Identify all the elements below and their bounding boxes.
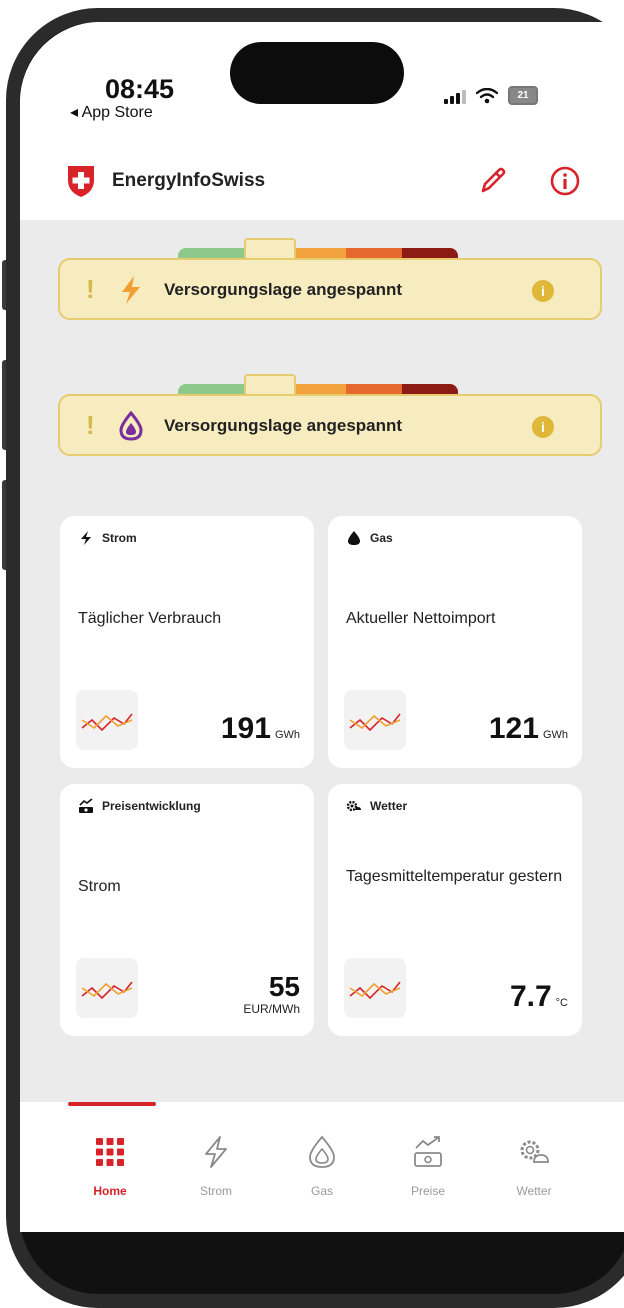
card-category: Strom [78,530,137,546]
home-grid-icon [96,1138,124,1166]
alert-gas-supply[interactable]: ! Versorgungslage angespannt i [58,394,602,456]
card-strom[interactable]: Strom Täglicher Verbrauch 191 GWh [60,516,314,768]
status-bar: 08:45 ◂ App Store 21 [20,22,624,132]
info-dot-icon[interactable]: i [532,280,554,302]
battery-icon: 21 [508,86,538,105]
lightning-bolt-icon [81,531,91,545]
tab-label: Gas [310,1184,333,1198]
tab-gas[interactable]: Gas [272,1102,372,1232]
value-number: 55 [268,971,300,1002]
card-category-label: Gas [370,531,393,545]
card-value: 191 GWh [221,712,300,746]
trend-chart-icon [344,958,406,1018]
lightning-bolt-icon [205,1136,227,1168]
card-value: 55 EUR/MWh [243,971,300,1017]
weather-gear-icon [520,1140,549,1163]
card-category-label: Strom [102,531,137,545]
tab-label: Wetter [516,1184,552,1198]
supply-gauge-gas [178,374,458,396]
warning-exclamation-icon: ! [86,410,95,440]
card-category: Gas [346,530,393,546]
app-header: EnergyInfoSwiss [20,132,624,220]
price-chart-icon [79,798,93,813]
warning-exclamation-icon: ! [86,274,95,304]
pencil-icon[interactable] [476,164,510,198]
alert-text: Versorgungslage angespannt [164,280,403,299]
app-title: EnergyInfoSwiss [112,170,266,191]
tab-label: Strom [199,1184,232,1198]
tab-preise[interactable]: Preise [378,1102,478,1232]
lightning-bolt-icon [122,276,140,304]
price-chart-icon [414,1136,442,1167]
card-value: 121 GWh [489,712,568,746]
value-unit: GWh [542,729,568,741]
gauge-marker [244,374,296,396]
swiss-shield-logo [68,166,94,197]
screen: 08:45 ◂ App Store 21 EnergyInfoSwiss ! V… [20,22,624,1232]
value-unit: °C [555,997,568,1009]
trend-chart-icon [76,690,138,750]
tab-home[interactable]: Home [60,1102,160,1232]
info-dot-icon[interactable]: i [532,416,554,438]
gas-drop-icon [119,411,143,441]
tab-bar: Home Strom Gas Preise Wetter [20,1102,624,1232]
back-to-app-store-link[interactable]: ◂ App Store [70,102,153,122]
tab-wetter[interactable]: Wetter [484,1102,584,1232]
info-circle-icon[interactable] [548,164,582,198]
card-gas[interactable]: Gas Aktueller Nettoimport 121 GWh [328,516,582,768]
supply-gauge-electricity [178,238,458,260]
value-number: 121 [488,712,539,745]
card-description: Täglicher Verbrauch [78,610,222,627]
alert-text: Versorgungslage angespannt [164,416,403,435]
dynamic-island [230,42,404,104]
gauge-marker [244,238,296,260]
value-number: 7.7 [509,980,552,1013]
card-description: Strom [78,878,121,895]
trend-chart-icon [76,958,138,1018]
card-preisentwicklung[interactable]: Preisentwicklung Strom 55 EUR/MWh [60,784,314,1036]
card-category-label: Wetter [370,799,408,813]
trend-chart-icon [344,690,406,750]
card-description: Tagesmitteltemperatur gestern [346,868,563,885]
card-category: Wetter [346,798,407,814]
tab-label: Preise [410,1184,445,1198]
status-time: 08:45 [105,74,175,104]
card-category-label: Preisentwicklung [102,799,201,813]
tab-label: Home [93,1184,127,1198]
status-icons: 21 [444,86,538,105]
battery-level: 21 [517,90,529,101]
card-category: Preisentwicklung [78,798,201,814]
card-value: 7.7 °C [510,980,568,1014]
gas-drop-icon [309,1135,335,1168]
value-unit: EUR/MWh [243,1002,300,1016]
value-unit: GWh [274,729,300,741]
card-wetter[interactable]: Wetter Tagesmitteltemperatur gestern 7.7… [328,784,582,1036]
tab-strom[interactable]: Strom [166,1102,266,1232]
cellular-signal-icon [444,88,466,104]
wifi-icon [476,87,498,103]
alert-electricity-supply[interactable]: ! Versorgungslage angespannt i [58,258,602,320]
value-number: 191 [220,712,271,745]
gas-drop-icon [348,531,360,545]
weather-gear-icon [346,800,361,812]
card-description: Aktueller Nettoimport [346,610,496,627]
